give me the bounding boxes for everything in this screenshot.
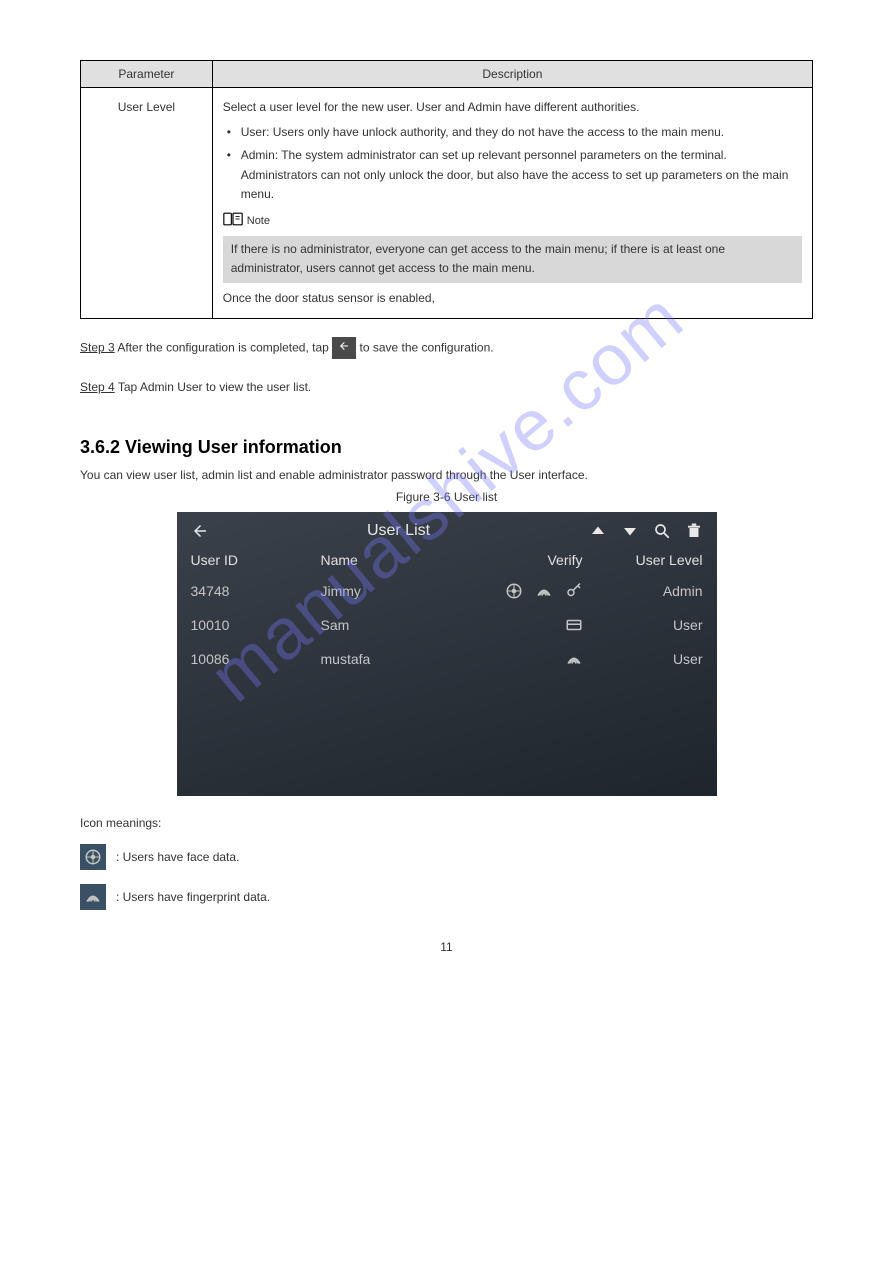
step3-tail: to save the configuration. (360, 340, 494, 354)
figure-caption: Figure 3-6 User list (80, 490, 813, 504)
row-level: User (603, 617, 703, 633)
step-3: Step 3 After the configuration is comple… (80, 337, 813, 359)
td-description: Select a user level for the new user. Us… (212, 88, 812, 319)
back-arrow-icon (332, 337, 356, 359)
ss-title: User List (209, 522, 589, 540)
row-id: 10010 (191, 617, 321, 633)
row-name: Sam (321, 617, 451, 633)
desc-user: User: Users only have unlock authority, … (223, 123, 802, 142)
step4-text: Tap Admin User to view the user list. (118, 380, 311, 394)
row-level: User (603, 651, 703, 667)
table-row[interactable]: 10086 mustafa User (177, 642, 717, 676)
fingerprint-icon (535, 582, 553, 600)
ss-col-userid: User ID (191, 552, 321, 568)
fingerprint-icon (565, 650, 583, 668)
desc-tail: Once the door status sensor is enabled, (223, 289, 802, 308)
row-level: Admin (603, 583, 703, 599)
step3-text: After the configuration is completed, ta… (117, 340, 328, 354)
step4-label: Step 4 (80, 380, 115, 394)
table-row[interactable]: 34748 Jimmy Admin (177, 574, 717, 608)
ss-col-name: Name (321, 552, 451, 568)
key-icon (565, 582, 583, 600)
table-row[interactable]: 10010 Sam User (177, 608, 717, 642)
ss-delete-icon[interactable] (685, 522, 703, 540)
ss-up-icon[interactable] (589, 522, 607, 540)
row-id: 34748 (191, 583, 321, 599)
card-icon (565, 616, 583, 634)
desc-admin: Admin: The system administrator can set … (223, 146, 802, 204)
ss-back-icon[interactable] (191, 522, 209, 540)
meaning-fp-text: : Users have fingerprint data. (116, 890, 270, 904)
section-heading: 3.6.2 Viewing User information (80, 437, 813, 458)
desc-intro: Select a user level for the new user. Us… (223, 98, 802, 117)
fingerprint-icon (80, 884, 106, 910)
meanings-intro: Icon meanings: (80, 816, 813, 830)
ss-down-icon[interactable] (621, 522, 639, 540)
meaning-fingerprint: : Users have fingerprint data. (80, 884, 813, 910)
note-label: Note (247, 213, 270, 231)
row-id: 10086 (191, 651, 321, 667)
step3-label: Step 3 (80, 340, 115, 354)
th-parameter: Parameter (81, 61, 213, 88)
td-parameter: User Level (81, 88, 213, 319)
row-name: mustafa (321, 651, 451, 667)
section-body: You can view user list, admin list and e… (80, 468, 813, 482)
th-description: Description (212, 61, 812, 88)
ss-col-verify: Verify (451, 552, 603, 568)
face-icon (505, 582, 523, 600)
page-number: 11 (80, 940, 813, 954)
ss-col-level: User Level (603, 552, 703, 568)
param-table: Parameter Description User Level Select … (80, 60, 813, 319)
meaning-face: : Users have face data. (80, 844, 813, 870)
ss-search-icon[interactable] (653, 522, 671, 540)
step-4: Step 4 Tap Admin User to view the user l… (80, 377, 813, 397)
note-icon (223, 212, 243, 232)
row-name: Jimmy (321, 583, 451, 599)
meaning-face-text: : Users have face data. (116, 850, 239, 864)
note-highlight: If there is no administrator, everyone c… (223, 236, 802, 282)
user-list-screenshot: User List User ID Name Verify User Level… (177, 512, 717, 796)
face-icon (80, 844, 106, 870)
